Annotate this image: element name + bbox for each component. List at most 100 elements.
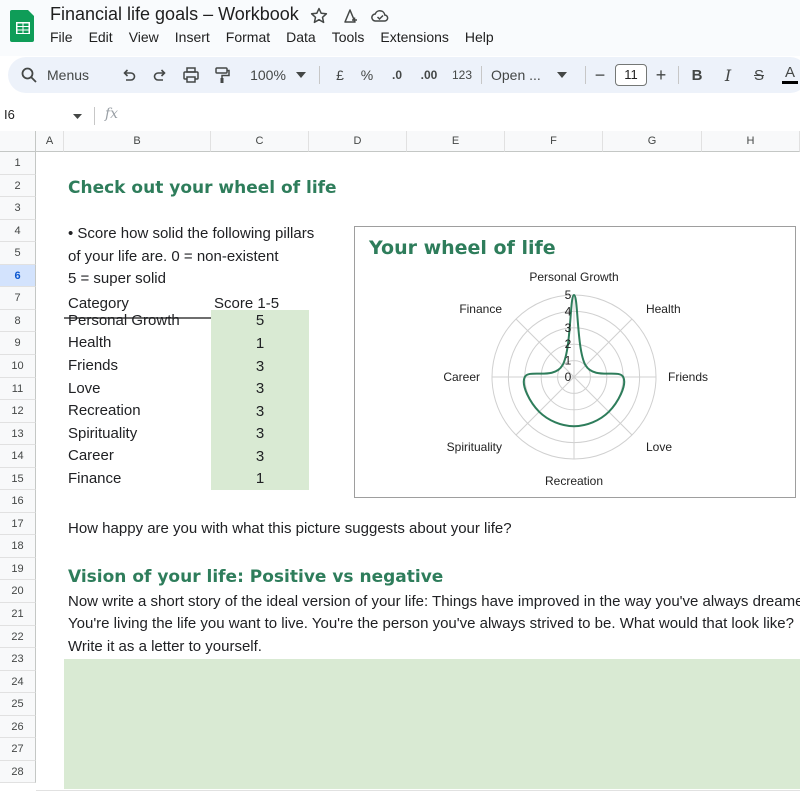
category-cell[interactable]: Friends <box>68 357 118 374</box>
row-header-22[interactable]: 22 <box>0 626 36 648</box>
column-header-b[interactable]: B <box>64 131 211 152</box>
row-header-27[interactable]: 27 <box>0 738 36 761</box>
column-header-c[interactable]: C <box>211 131 309 152</box>
score-cell[interactable]: 3 <box>211 378 309 400</box>
row-header-8[interactable]: 8 <box>0 310 36 332</box>
column-header-g[interactable]: G <box>603 131 702 152</box>
row-header-21[interactable]: 21 <box>0 603 36 626</box>
undo-button[interactable] <box>118 57 140 93</box>
category-cell[interactable]: Career <box>68 447 114 464</box>
score-cell[interactable]: 1 <box>211 468 309 490</box>
story-input-area[interactable] <box>64 659 800 789</box>
row-header-16[interactable]: 16 <box>0 490 36 513</box>
menu-insert[interactable]: Insert <box>175 29 210 47</box>
category-header[interactable]: Category <box>68 295 129 312</box>
chevron-down-icon[interactable] <box>73 114 82 119</box>
row-header-15[interactable]: 15 <box>0 468 36 490</box>
story-line-3[interactable]: Write it as a letter to yourself. <box>68 638 262 655</box>
row-header-25[interactable]: 25 <box>0 693 36 716</box>
move-to-folder-icon[interactable] <box>340 6 360 26</box>
category-cell[interactable]: Health <box>68 334 111 351</box>
menu-format[interactable]: Format <box>226 29 270 47</box>
row-header-12[interactable]: 12 <box>0 400 36 423</box>
menu-view[interactable]: View <box>129 29 159 47</box>
paint-format-button[interactable] <box>211 57 233 93</box>
document-title[interactable]: Financial life goals – Workbook <box>50 4 299 25</box>
category-cell[interactable]: Spirituality <box>68 425 137 442</box>
score-cell[interactable]: 3 <box>211 355 309 378</box>
category-cell[interactable]: Love <box>68 380 101 397</box>
row-header-17[interactable]: 17 <box>0 513 36 535</box>
text-color-button[interactable]: A <box>780 57 800 93</box>
row-header-10[interactable]: 10 <box>0 355 36 378</box>
print-button[interactable] <box>180 57 202 93</box>
row-header-7[interactable]: 7 <box>0 287 36 310</box>
menu-help[interactable]: Help <box>465 29 494 47</box>
score-cell[interactable]: 1 <box>211 332 309 355</box>
italic-button[interactable]: I <box>718 57 738 93</box>
score-cell[interactable]: 3 <box>211 400 309 423</box>
currency-format-button[interactable]: £ <box>329 57 351 93</box>
happiness-question[interactable]: How happy are you with what this picture… <box>68 520 512 537</box>
column-header-a[interactable]: A <box>36 131 64 152</box>
row-header-6[interactable]: 6 <box>0 265 36 287</box>
decrease-font-size-button[interactable]: − <box>590 57 610 93</box>
select-all-corner[interactable] <box>0 131 36 152</box>
menu-file[interactable]: File <box>50 29 73 47</box>
row-header-3[interactable]: 3 <box>0 197 36 220</box>
column-header-f[interactable]: F <box>505 131 603 152</box>
score-cell[interactable]: 5 <box>211 310 309 332</box>
row-header-19[interactable]: 19 <box>0 558 36 580</box>
instruction-line-1[interactable]: • Score how solid the following pillars <box>68 225 314 242</box>
row-header-26[interactable]: 26 <box>0 716 36 738</box>
name-box[interactable]: I6 <box>4 107 15 122</box>
menu-edit[interactable]: Edit <box>89 29 113 47</box>
bold-button[interactable]: B <box>687 57 707 93</box>
vision-heading[interactable]: Vision of your life: Positive vs negativ… <box>68 567 443 587</box>
row-header-18[interactable]: 18 <box>0 535 36 558</box>
row-header-5[interactable]: 5 <box>0 242 36 265</box>
story-line-1[interactable]: Now write a short story of the ideal ver… <box>68 593 800 610</box>
category-cell[interactable]: Finance <box>68 470 121 487</box>
row-header-1[interactable]: 1 <box>0 152 36 175</box>
menu-tools[interactable]: Tools <box>332 29 365 47</box>
star-icon[interactable] <box>309 6 329 26</box>
category-cell[interactable]: Recreation <box>68 402 141 419</box>
row-header-23[interactable]: 23 <box>0 648 36 671</box>
search-menus-button[interactable]: Menus <box>20 57 110 93</box>
wheel-of-life-chart[interactable]: Your wheel of life 0 1 2 3 4 5 Personal Growth… <box>354 226 796 498</box>
row-header-28[interactable]: 28 <box>0 761 36 783</box>
redo-button[interactable] <box>149 57 171 93</box>
column-header-d[interactable]: D <box>309 131 407 152</box>
row-header-24[interactable]: 24 <box>0 671 36 693</box>
increase-font-size-button[interactable]: + <box>651 57 671 93</box>
sheets-logo-icon[interactable] <box>10 8 36 42</box>
row-header-4[interactable]: 4 <box>0 220 36 242</box>
menu-extensions[interactable]: Extensions <box>380 29 448 47</box>
row-header-14[interactable]: 14 <box>0 445 36 468</box>
row-header-13[interactable]: 13 <box>0 423 36 445</box>
horizontal-scrollbar[interactable] <box>36 790 800 804</box>
number-format-button[interactable]: 123 <box>449 57 475 93</box>
increase-decimal-button[interactable]: .00 <box>415 57 443 93</box>
row-header-2[interactable]: 2 <box>0 175 36 197</box>
instruction-line-2[interactable]: of your life are. 0 = non-existent <box>68 248 279 265</box>
story-line-2[interactable]: You're living the life you want to live.… <box>68 615 794 632</box>
strikethrough-button[interactable]: S <box>748 57 770 93</box>
font-size-input[interactable]: 11 <box>615 64 647 86</box>
column-header-e[interactable]: E <box>407 131 505 152</box>
row-header-20[interactable]: 20 <box>0 580 36 603</box>
instruction-line-3[interactable]: 5 = super solid <box>68 270 166 287</box>
percent-format-button[interactable]: % <box>356 57 378 93</box>
wheel-heading[interactable]: Check out your wheel of life <box>68 178 337 198</box>
cloud-saved-icon[interactable] <box>370 6 390 26</box>
score-cell[interactable]: 3 <box>211 445 309 468</box>
row-header-11[interactable]: 11 <box>0 378 36 400</box>
decrease-decimal-button[interactable]: .0 <box>385 57 409 93</box>
row-header-9[interactable]: 9 <box>0 332 36 355</box>
column-header-h[interactable]: H <box>702 131 800 152</box>
category-cell[interactable]: Personal Growth <box>68 312 180 329</box>
zoom-select[interactable]: 100% <box>242 57 314 93</box>
score-cell[interactable]: 3 <box>211 423 309 445</box>
menu-data[interactable]: Data <box>286 29 316 47</box>
